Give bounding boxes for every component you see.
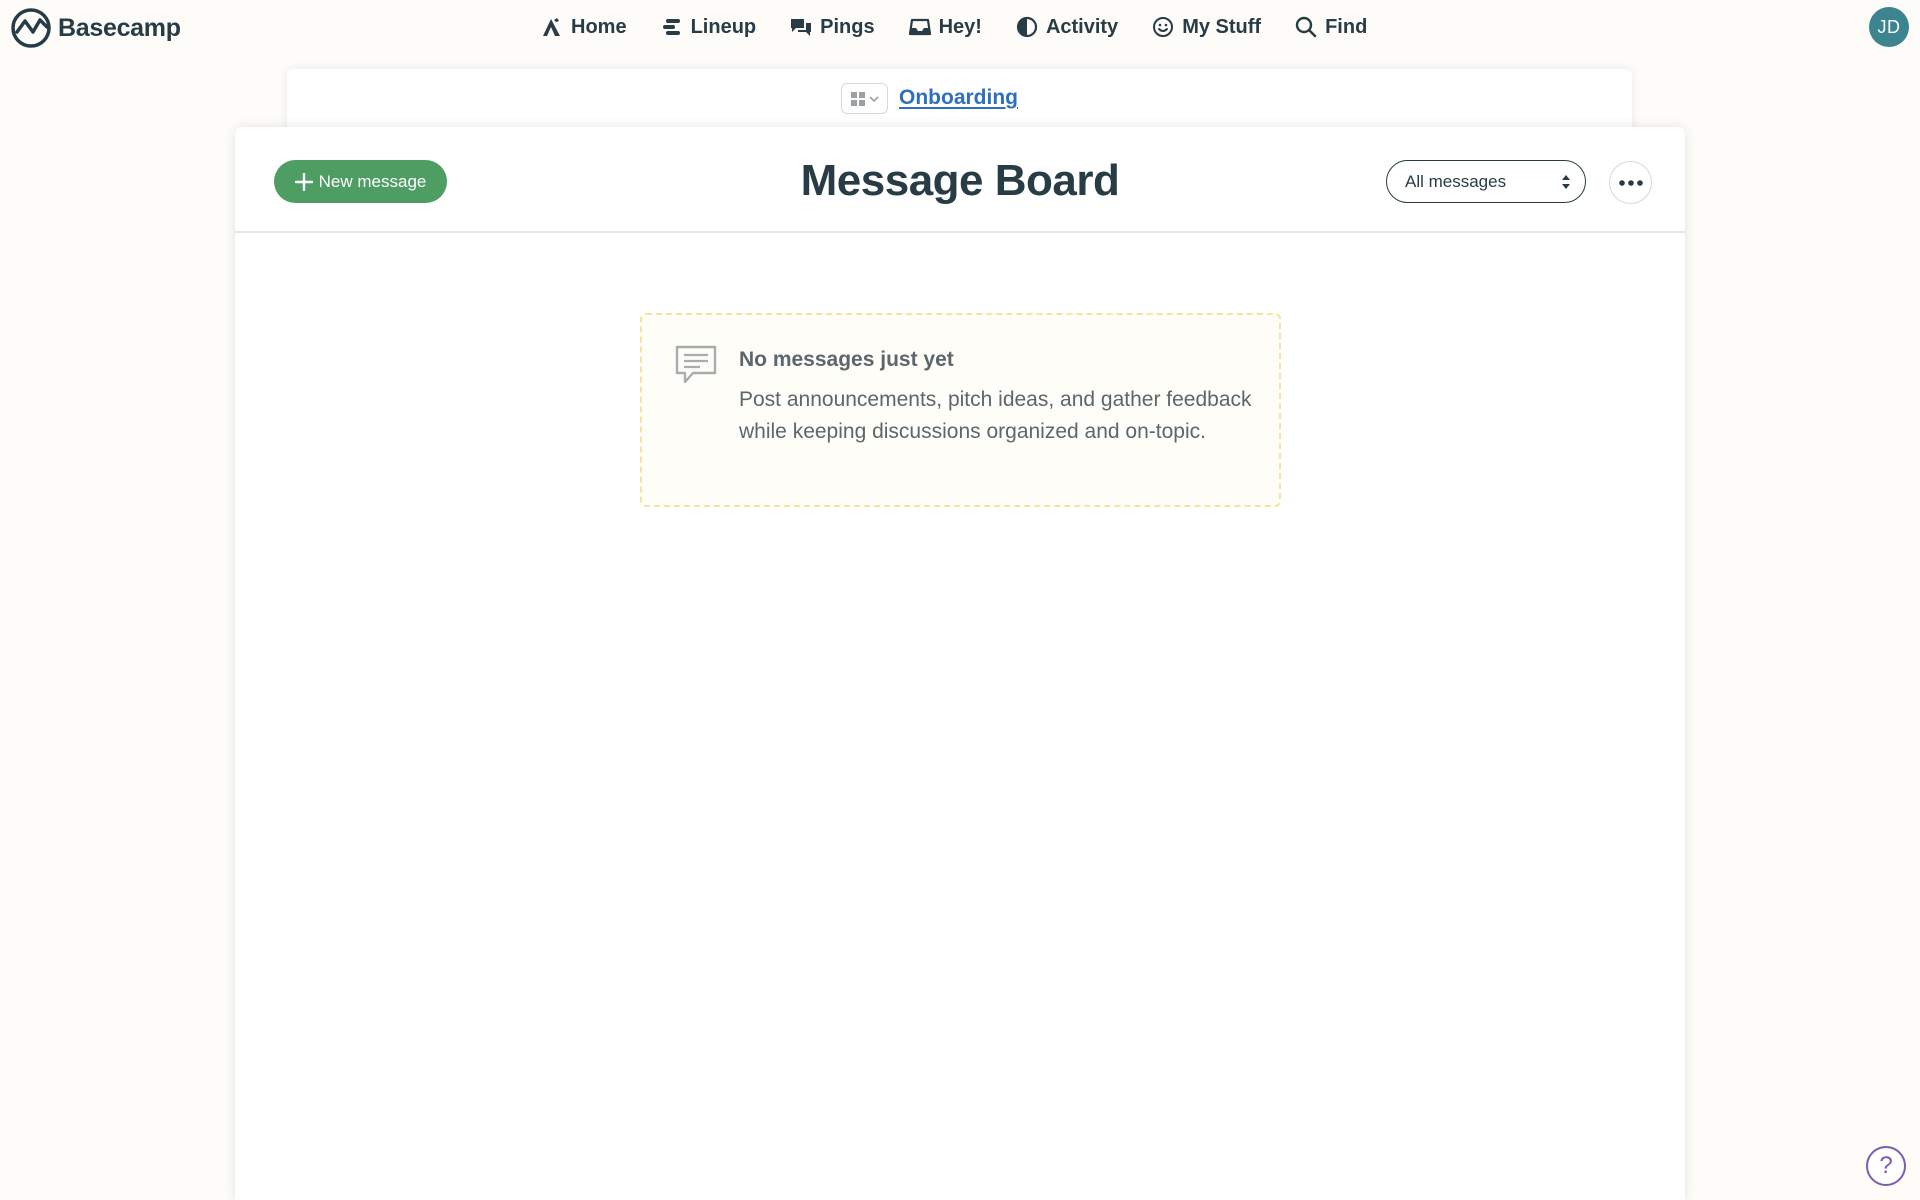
nav-item-activity[interactable]: Activity bbox=[1015, 15, 1118, 39]
lineup-icon bbox=[662, 19, 680, 35]
chevron-down-icon bbox=[868, 95, 879, 102]
main-nav: Home Lineup Pings Hey! Activity My Stuff… bbox=[540, 8, 1367, 46]
grid-icon bbox=[850, 91, 865, 106]
nav-item-lineup[interactable]: Lineup bbox=[660, 15, 757, 39]
home-icon bbox=[543, 18, 560, 36]
message-filter-select[interactable]: All messages bbox=[1386, 160, 1586, 203]
nav-label-my-stuff: My Stuff bbox=[1182, 15, 1262, 38]
nav-item-find[interactable]: Find bbox=[1294, 15, 1367, 39]
filter-selected-value: All messages bbox=[1405, 171, 1507, 191]
search-icon bbox=[1295, 16, 1317, 38]
nav-label-home: Home bbox=[571, 15, 627, 38]
nav-item-home[interactable]: Home bbox=[540, 15, 627, 39]
message-board-panel: New message Message Board All messages N… bbox=[235, 127, 1685, 1200]
activity-icon bbox=[1016, 16, 1038, 38]
basecamp-logo-link[interactable]: Basecamp bbox=[10, 8, 181, 48]
empty-state-notice: No messages just yet Post announcements,… bbox=[640, 313, 1281, 507]
pings-icon bbox=[791, 19, 812, 36]
brand-name: Basecamp bbox=[58, 13, 181, 42]
user-avatar[interactable]: JD bbox=[1869, 7, 1909, 47]
panel-header: New message Message Board All messages bbox=[235, 127, 1685, 233]
top-navigation: Basecamp Home Lineup Pings Hey! Activity… bbox=[0, 0, 1920, 54]
basecamp-logo-icon bbox=[11, 8, 51, 48]
hey-inbox-icon bbox=[908, 18, 931, 36]
message-bubble-icon bbox=[675, 345, 717, 384]
nav-item-my-stuff[interactable]: My Stuff bbox=[1151, 15, 1261, 39]
nav-item-pings[interactable]: Pings bbox=[789, 15, 875, 39]
nav-label-lineup: Lineup bbox=[690, 15, 757, 38]
ellipsis-icon bbox=[1618, 179, 1643, 186]
nav-label-hey: Hey! bbox=[938, 15, 982, 38]
nav-item-hey[interactable]: Hey! bbox=[908, 15, 982, 39]
more-options-button[interactable] bbox=[1609, 161, 1652, 204]
my-stuff-icon bbox=[1153, 17, 1174, 37]
nav-label-pings: Pings bbox=[820, 15, 875, 38]
select-arrows-icon bbox=[1562, 175, 1570, 189]
empty-state-description: Post announcements, pitch ideas, and gat… bbox=[739, 388, 1252, 443]
breadcrumb-project-link[interactable]: Onboarding bbox=[899, 84, 1018, 112]
nav-label-activity: Activity bbox=[1045, 15, 1119, 38]
project-jump-menu-button[interactable] bbox=[841, 83, 888, 114]
nav-label-find: Find bbox=[1325, 15, 1368, 38]
help-button[interactable]: ? bbox=[1866, 1146, 1906, 1186]
empty-state-title: No messages just yet bbox=[739, 348, 954, 371]
